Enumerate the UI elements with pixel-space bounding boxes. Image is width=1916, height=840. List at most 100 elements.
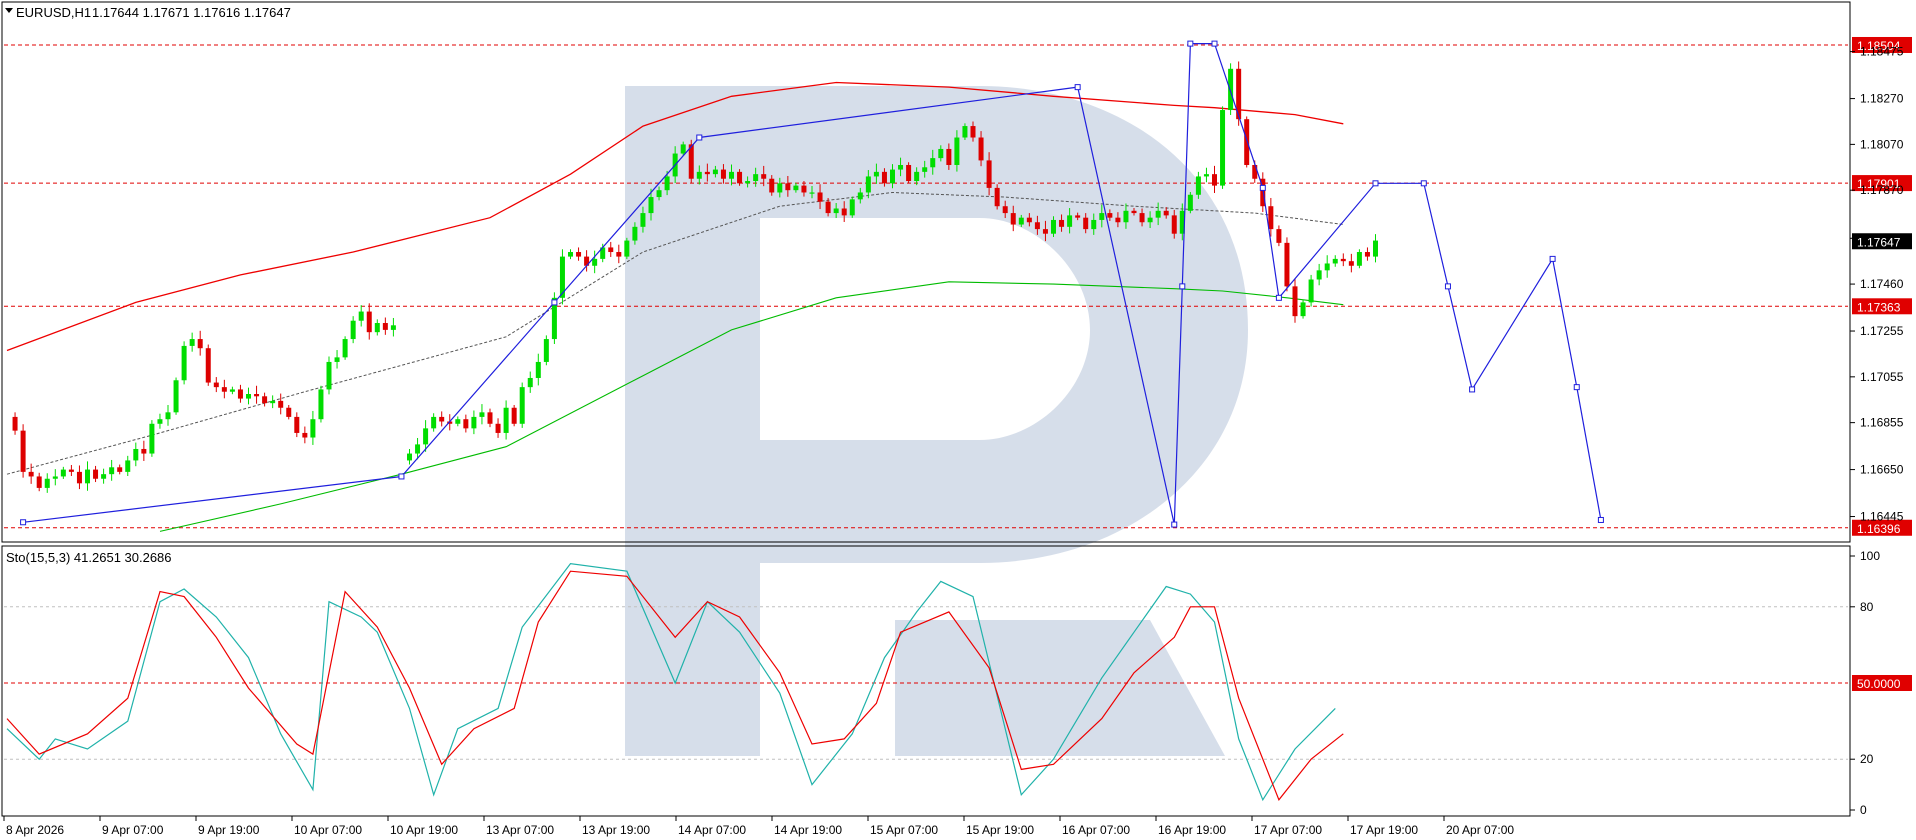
candle-bear [294,416,300,433]
candle-bull [1220,110,1226,186]
forecast-node [1074,84,1081,91]
candle-bear [511,407,517,424]
stoch-tick-label: 20 [1860,752,1874,766]
candle-bear [1364,252,1370,257]
rf-watermark [625,86,1248,756]
candle-bull [1300,302,1306,317]
candle-bear [76,471,82,484]
candle-bull [423,428,429,445]
forecast-node [1187,40,1194,47]
forecast-node [696,134,703,141]
candle-bear [1292,286,1298,317]
candle-bull [1356,252,1362,266]
collapse-triangle-icon[interactable] [5,8,13,13]
candle-bull [527,377,533,388]
candle-bear [737,171,743,184]
candle-bull [1155,210,1161,218]
stoch-tick-label: 80 [1860,600,1874,614]
candle-bull [898,164,904,170]
candle-bear [1276,229,1282,243]
candle-bear [20,430,26,472]
candle-bear [825,201,831,214]
candle-bull [44,478,50,488]
level-price-label: 1.17363 [1857,300,1901,314]
candle-bear [93,469,99,479]
candle-bear [785,183,791,191]
candle-bull [1228,68,1234,111]
candle-bear [141,448,147,454]
candle-bear [1026,217,1032,223]
candle-bear [994,187,1000,207]
candle-bear [608,247,614,253]
price-tick-label: 1.17255 [1860,324,1904,338]
candle-bear [213,382,219,388]
candle-bull [849,199,855,216]
forecast-node [1259,184,1266,191]
candle-bear [817,192,823,202]
candle-bear [720,169,726,179]
candle-bear [366,311,372,333]
candle-bear [1002,206,1008,214]
candle-bear [978,137,984,161]
candle-bull [930,158,936,168]
candle-bear [1340,258,1346,262]
price-tick-label: 1.18270 [1860,92,1904,106]
candle-bull [479,412,485,417]
candle-bull [777,183,783,193]
time-tick-label: 14 Apr 07:00 [678,823,746,837]
price-tick-label: 1.17870 [1860,183,1904,197]
candle-bear [1348,261,1354,266]
candle-bull [592,258,598,266]
header-ohlc: 1.17644 1.17671 1.17616 1.17647 [92,5,291,20]
candle-bear [1212,174,1217,186]
candle-bull [334,357,340,362]
forecast-node [1444,283,1451,290]
candle-bull [503,407,509,433]
price-tick-label: 1.18475 [1860,45,1904,59]
candle-bull [833,208,839,214]
candle-bull [415,444,421,454]
forecast-node [1420,180,1427,187]
candle-bear [382,323,388,330]
candle-bear [1171,215,1177,234]
candle-bull [1147,217,1153,223]
price-tick-label: 1.18070 [1860,137,1904,151]
candle-bear [286,407,292,417]
candle-bear [254,394,260,397]
level-price-label: 1.16396 [1857,522,1901,536]
candle-bear [221,387,227,392]
candle-bull [455,419,461,424]
forecast-node [1597,516,1604,523]
candle-bull [809,192,815,194]
candle-bear [439,416,445,422]
candle-bull [326,361,332,390]
candle-bull [374,323,380,333]
candle-bull [954,137,960,165]
forecast-node [398,473,405,480]
candle-bear [36,476,42,488]
time-tick-label: 9 Apr 07:00 [102,823,164,837]
candle-bull [133,448,139,461]
forecast-node [20,519,27,526]
price-tick-label: 1.16650 [1860,463,1904,477]
time-tick-label: 15 Apr 19:00 [966,823,1034,837]
candle-bear [28,471,34,477]
candle-bear [463,419,469,429]
candle-bear [278,400,284,408]
candle-bull [1067,215,1073,227]
stoch-tick-label: 0 [1860,803,1867,817]
candle-bull [656,190,662,198]
candle-bull [1051,219,1056,234]
candle-bull [318,389,324,420]
candle-bear [197,339,203,349]
time-tick-label: 13 Apr 19:00 [582,823,650,837]
forecast-node [1179,283,1186,290]
candle-bull [543,339,549,362]
candle-bear [841,208,847,216]
candle-bull [181,345,187,381]
candle-bull [1195,176,1201,195]
candle-bull [358,311,364,321]
candle-bull [157,419,163,424]
candle-bull [270,400,276,404]
candle-bull [1332,258,1338,264]
